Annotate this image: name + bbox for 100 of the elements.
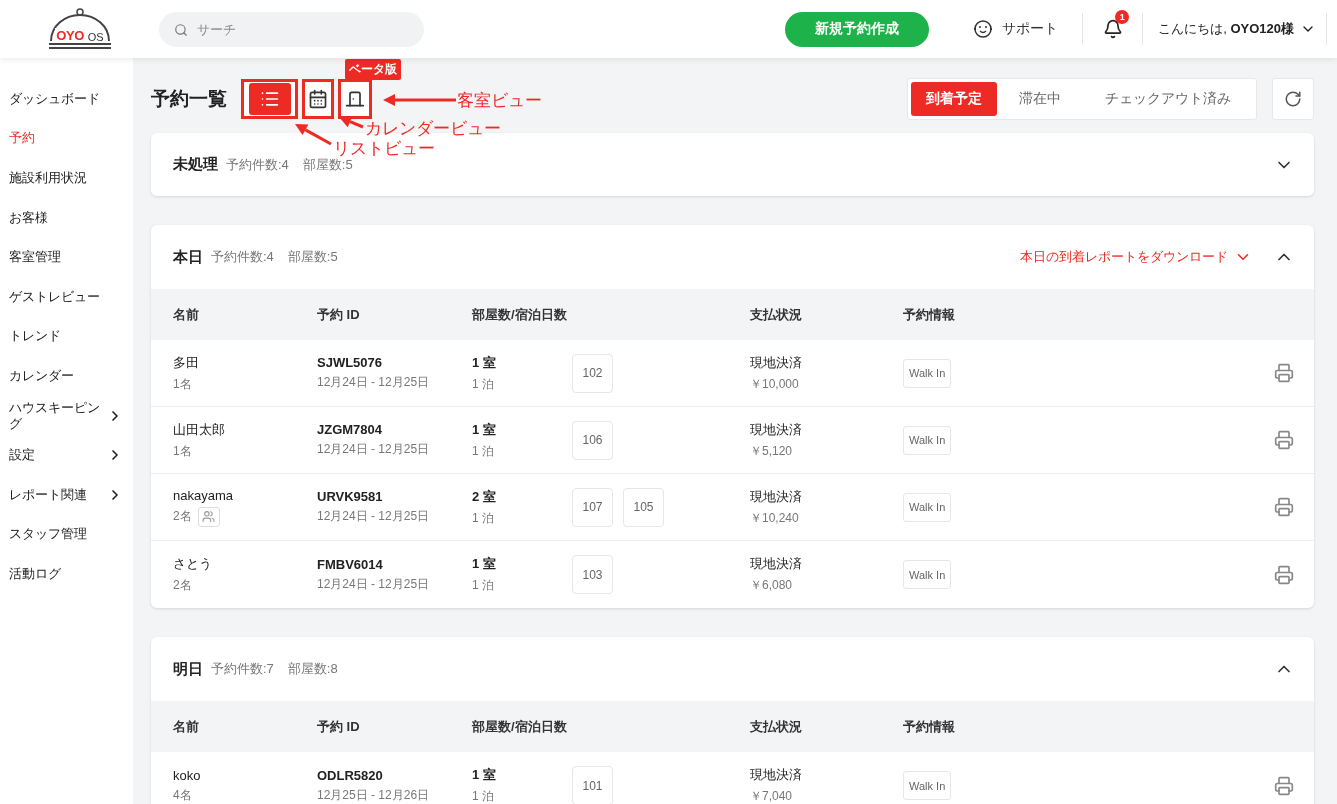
refresh-icon [1284,90,1302,108]
column-header: 部屋数/宿泊日数 [472,305,568,324]
annotation-label: 客室ビュー [457,90,542,112]
section-title: 未処理 [173,155,218,174]
sidebar-item[interactable]: レポート関連 [0,474,133,515]
booking-id[interactable]: JZGM7804 [317,422,472,437]
sidebar-item[interactable]: 施設利用状況 [0,158,133,198]
room-count: 部屋数:5 [302,156,353,174]
room-number: 105 [623,487,664,527]
sidebar-item[interactable]: 設定 [0,435,133,475]
logo[interactable]: OYO OS [44,7,115,51]
nights: 1 泊 [472,509,495,527]
payment-method: 現地決済 [750,555,803,573]
column-header: 名前 [173,305,200,324]
room-number: 102 [572,353,613,393]
guest-name: 多田 [173,353,200,372]
sidebar-item[interactable]: 活動ログ [0,554,133,594]
sidebar-item[interactable]: ダッシュボード [0,79,133,119]
notification-badge: 1 [1115,10,1130,24]
room-count: 1 室 [472,555,497,573]
payment-method: 現地決済 [750,420,803,439]
column-header: 予約 ID [317,305,361,324]
room-number: 101 [572,766,613,804]
booking-id[interactable]: SJWL5076 [317,355,472,370]
status-tab[interactable]: 滞在中 [997,82,1083,116]
nights: 1 泊 [472,375,495,393]
amount: ￥10,240 [750,509,800,527]
guest-count: 4名 [173,786,192,804]
printer-icon [1274,775,1294,796]
view-toggle-button[interactable] [338,79,372,119]
print-button[interactable] [1274,497,1294,517]
booking-id[interactable]: URVK9581 [317,489,472,504]
annotation-label: リストビュー [333,138,435,158]
search-field[interactable]: サーチ [159,11,424,47]
beta-label: ベータ版 [345,59,401,80]
payment-method: 現地決済 [750,353,803,372]
room-number: 106 [572,420,613,460]
column-header: 予約情報 [903,305,956,324]
column-header: 支払状況 [750,305,803,324]
status-tab[interactable]: チェックアウト済み [1083,82,1253,116]
guest-name: さとう [173,555,213,573]
sidebar-item[interactable]: スタッフ管理 [0,514,133,555]
room-count: 1 室 [472,766,497,784]
printer-icon [1274,363,1294,383]
print-button[interactable] [1274,430,1294,450]
guest-count: 2名 [173,577,192,594]
annotation-label: カレンダービュー [365,118,501,140]
printer-icon [1274,497,1294,517]
sidebar-item[interactable]: トレンド [0,316,133,357]
booking-source: Walk In [903,771,952,800]
column-header: 予約情報 [903,717,956,736]
stay-dates: 12月24日 - 12月25日 [317,441,431,458]
nights: 1 泊 [472,442,495,460]
booking-id[interactable]: ODLR5820 [317,767,472,783]
amount: ￥6,080 [750,577,794,594]
sidebar-item[interactable]: ゲストレビュー [0,276,133,317]
section-title: 本日 [173,247,203,267]
booking-count: 予約件数:4 [211,248,274,266]
amount: ￥7,040 [750,788,794,804]
amount: ￥10,000 [750,375,800,393]
search-icon [174,22,188,37]
room-count: 部屋数:8 [287,660,338,678]
print-button[interactable] [1274,775,1294,796]
booking-count: 予約件数:4 [226,155,289,174]
calendar-icon [308,89,328,109]
refresh-button[interactable] [1272,78,1314,120]
support-link[interactable]: サポート [972,13,1084,45]
room-number: 103 [572,555,613,594]
user-menu[interactable]: こんにちは, OYO120様 [1143,13,1327,45]
sidebar-item[interactable]: ハウスキーピング [0,395,133,436]
sidebar-item[interactable]: お客様 [0,197,133,238]
guest-name: koko [173,767,202,783]
nights: 1 泊 [472,577,495,594]
room-number: 107 [572,487,613,527]
payment-method: 現地決済 [750,487,803,506]
list-icon [259,89,280,109]
annotation-arrow [339,116,364,129]
payment-method: 現地決済 [750,766,803,784]
view-toggle-button[interactable] [302,79,334,119]
download-link[interactable]: 本日の到着レポートをダウンロード [1020,248,1252,266]
support-face-icon [972,18,995,40]
stay-dates: 12月24日 - 12月25日 [317,374,431,391]
status-tab[interactable]: 到着予定 [911,82,997,116]
stay-dates: 12月24日 - 12月25日 [317,575,431,593]
printer-icon [1274,430,1294,450]
print-button[interactable] [1274,363,1294,383]
door-icon [345,89,365,109]
booking-id[interactable]: FMBV6014 [317,556,472,572]
print-button[interactable] [1274,564,1294,585]
sidebar-item[interactable]: カレンダー [0,356,133,396]
section-title: 明日 [173,659,203,679]
sidebar-item[interactable]: 予約 [0,118,133,159]
booking-count: 予約件数:7 [211,660,274,678]
guest-count: 1名 [173,375,192,393]
column-header: 支払状況 [750,717,803,736]
sidebar-item[interactable]: 客室管理 [0,237,133,277]
view-toggle-button[interactable] [241,79,298,119]
guest-count: 1名 [173,442,192,460]
notification-bell-icon[interactable] [1102,19,1123,39]
room-count: 部屋数:5 [287,248,338,266]
